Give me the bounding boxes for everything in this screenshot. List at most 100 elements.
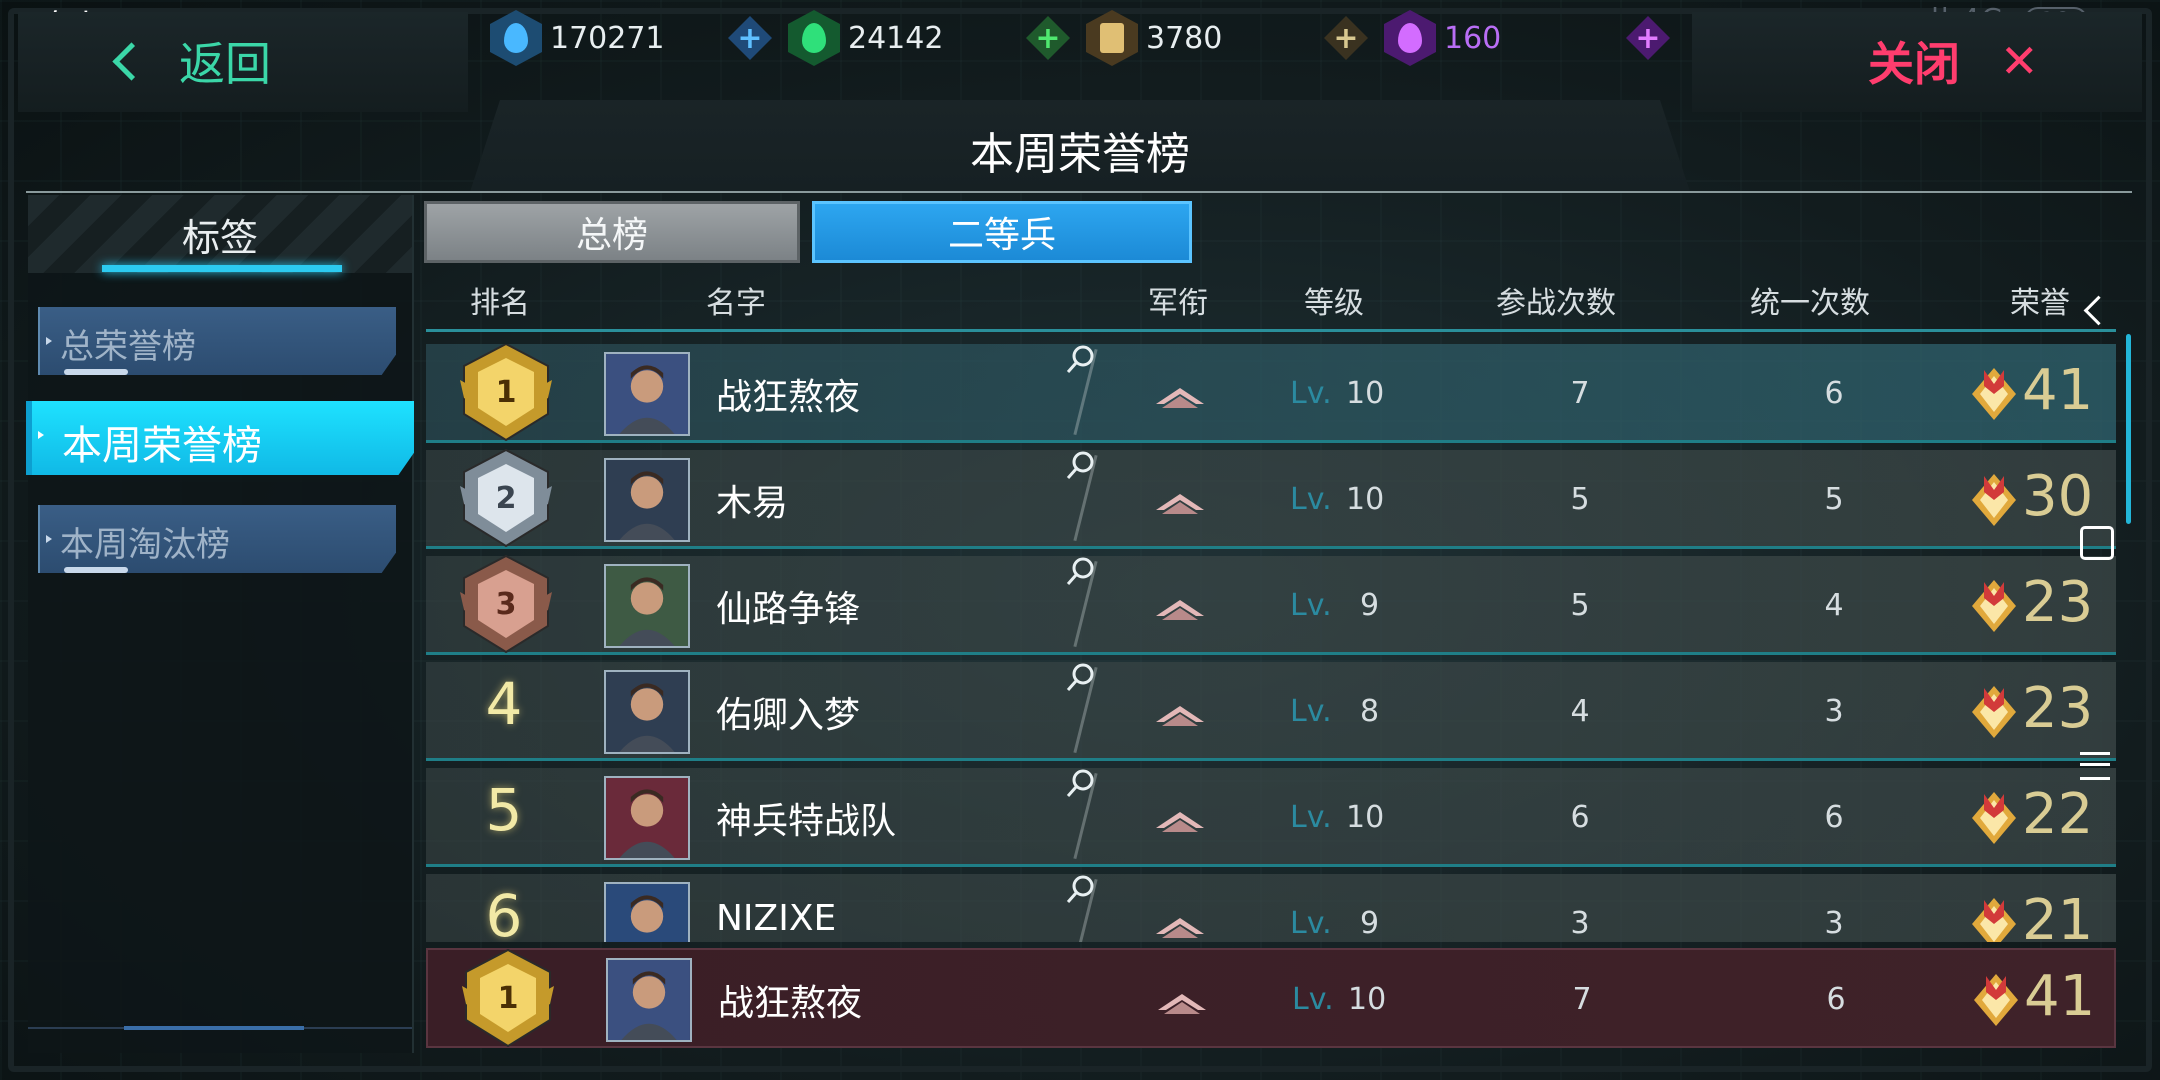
battle-count: 3: [1570, 906, 1590, 941]
player-name: 战狂熬夜: [716, 377, 861, 418]
rank-medal-icon: 1: [460, 344, 552, 442]
unify-count: 5: [1824, 482, 1844, 517]
close-button[interactable]: 关闭 ✕: [1868, 28, 2039, 94]
rank-insignia-icon: [1156, 812, 1204, 832]
rank-medal-icon: 1: [462, 948, 554, 1048]
player-level: 9: [1360, 906, 1380, 941]
my-rank-row: 1 战狂熬夜 Lv. 10 7 6 41: [426, 948, 2116, 1048]
player-level: 10: [1348, 982, 1387, 1017]
player-name: NIZIXE: [716, 898, 837, 939]
avatar[interactable]: [604, 352, 690, 436]
honor-badge-icon: [1972, 580, 2016, 632]
tab-tick: [64, 567, 128, 573]
avatar[interactable]: [604, 882, 690, 942]
honor-value: 23: [2022, 570, 2094, 635]
player-level: 10: [1346, 482, 1385, 517]
player-name: 仙路争锋: [716, 589, 861, 630]
svg-text:3: 3: [496, 587, 517, 622]
resource-ticket-value: 3780: [1146, 20, 1223, 56]
honor-badge-icon: [1972, 792, 2016, 844]
svg-text:1: 1: [496, 375, 517, 410]
sidebar-header-label: 标签: [181, 216, 258, 260]
honor-value: 21: [2022, 888, 2094, 942]
player-name: 佑卿入梦: [716, 695, 861, 736]
rank-insignia-icon: [1156, 388, 1204, 408]
battle-count: 5: [1570, 482, 1590, 517]
rank-insignia-icon: [1158, 994, 1206, 1014]
battle-count: 4: [1570, 694, 1590, 729]
svg-text:1: 1: [498, 981, 519, 1016]
header-battles: 参战次数: [1496, 286, 1616, 321]
leaderboard-list[interactable]: 1 战狂熬夜 Lv. 10 7 6 41 2 木易 Lv. 10 5 5 30 …: [426, 344, 2116, 942]
table-row[interactable]: 2 木易 Lv. 10 5 5 30: [426, 448, 2116, 549]
battle-count: 7: [1572, 982, 1592, 1017]
sidebar-item-label: 本周荣誉榜: [62, 423, 262, 469]
header-name: 名字: [706, 286, 766, 321]
table-row[interactable]: 4 佑卿入梦 Lv. 8 4 3 23: [426, 662, 2116, 761]
honor-badge-icon: [1972, 898, 2016, 942]
rank-insignia-icon: [1156, 600, 1204, 620]
bullet-icon: [38, 431, 44, 439]
unify-count: 6: [1824, 800, 1844, 835]
honor-value: 23: [2022, 676, 2094, 741]
level-prefix: Lv.: [1290, 800, 1332, 835]
resource-crystal-value: 170271: [550, 20, 665, 56]
avatar-portrait-icon: [608, 960, 690, 1040]
chevron-left-icon: [112, 41, 151, 81]
add-crystal-button[interactable]: +: [728, 16, 772, 60]
crystal-icon: [490, 10, 542, 66]
tab-total[interactable]: 总榜: [424, 201, 800, 263]
unify-count: 6: [1826, 982, 1846, 1017]
sidebar-item-weekly-elimination[interactable]: 本周淘汰榜: [38, 505, 396, 573]
close-label: 关闭: [1868, 37, 1960, 91]
table-row[interactable]: 3 仙路争锋 Lv. 9 5 4 23: [426, 554, 2116, 655]
avatar[interactable]: [604, 564, 690, 648]
resource-ticket: 3780: [1086, 10, 1222, 66]
battle-count: 6: [1570, 800, 1590, 835]
add-energy-button[interactable]: +: [1026, 16, 1070, 60]
header-title: 军衔: [1148, 286, 1208, 321]
player-name: 神兵特战队: [716, 801, 897, 842]
rank-insignia-icon: [1156, 494, 1204, 514]
player-level: 10: [1346, 800, 1385, 835]
rank-insignia-icon: [1156, 918, 1204, 938]
resource-gem-value: 160: [1444, 20, 1502, 56]
title-divider: [26, 191, 2132, 193]
close-icon: ✕: [2000, 34, 2039, 88]
sidebar-item-total-honor[interactable]: 总荣誉榜: [38, 307, 396, 375]
header-unify: 统一次数: [1750, 286, 1870, 321]
avatar[interactable]: [604, 776, 690, 860]
tab-private[interactable]: 二等兵: [812, 201, 1192, 263]
header-level: 等级: [1304, 286, 1364, 321]
scrollbar[interactable]: [2126, 334, 2131, 524]
player-level: 10: [1346, 376, 1385, 411]
back-button[interactable]: 返回: [112, 28, 271, 94]
honor-value: 41: [2024, 964, 2096, 1029]
floating-home-icon[interactable]: [2080, 526, 2114, 560]
level-prefix: Lv.: [1290, 694, 1332, 729]
resource-crystal: 170271: [490, 10, 665, 66]
floating-menu-icon[interactable]: [2080, 752, 2110, 780]
avatar[interactable]: [606, 958, 692, 1042]
avatar-portrait-icon: [606, 778, 688, 858]
sidebar-item-weekly-honor[interactable]: 本周荣誉榜: [26, 401, 414, 475]
rank-insignia-icon: [1156, 706, 1204, 726]
avatar-portrait-icon: [606, 354, 688, 434]
avatar-portrait-icon: [606, 566, 688, 646]
sidebar-header-underline: [102, 265, 342, 272]
avatar[interactable]: [604, 670, 690, 754]
add-ticket-button[interactable]: +: [1324, 16, 1368, 60]
honor-badge-icon: [1972, 368, 2016, 420]
unify-count: 6: [1824, 376, 1844, 411]
energy-drop-icon: [788, 10, 840, 66]
sidebar-item-label: 总荣誉榜: [60, 327, 196, 367]
add-gem-button[interactable]: +: [1626, 16, 1670, 60]
bullet-icon: [46, 535, 52, 543]
avatar[interactable]: [604, 458, 690, 542]
table-row[interactable]: 5 神兵特战队 Lv. 10 6 6 22: [426, 768, 2116, 867]
table-row[interactable]: 1 战狂熬夜 Lv. 10 7 6 41: [426, 344, 2116, 443]
rank-medal-icon: 3: [460, 554, 552, 654]
avatar-portrait-icon: [606, 460, 688, 540]
resource-energy: 24142: [788, 10, 943, 66]
table-row[interactable]: 6 NIZIXE Lv. 9 3 3 21: [426, 874, 2116, 942]
